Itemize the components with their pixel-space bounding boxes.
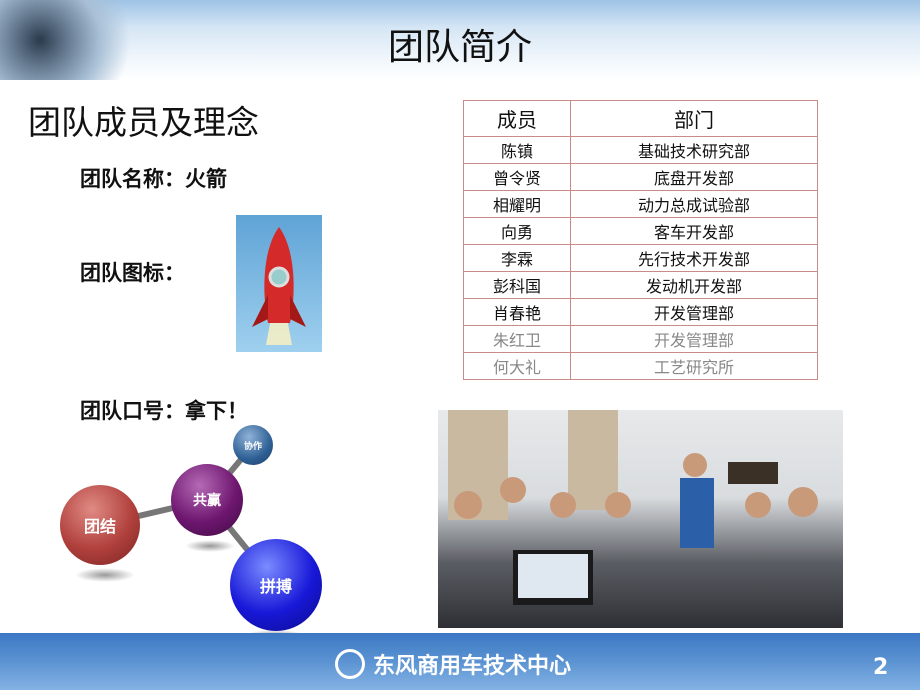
department-cell: 开发管理部	[570, 298, 818, 326]
member-cell: 曾令贤	[462, 163, 572, 191]
table-row: 相耀明 动力总成试验部	[462, 190, 818, 218]
member-cell: 相耀明	[462, 190, 572, 218]
footer-brand: 东风商用车技术中心	[335, 648, 571, 680]
team-photo	[438, 410, 843, 628]
header-department: 部门	[570, 100, 818, 137]
member-cell: 何大礼	[462, 352, 572, 380]
table-row: 肖春艳 开发管理部	[462, 298, 818, 326]
department-cell: 开发管理部	[570, 325, 818, 353]
table-row: 曾令贤 底盘开发部	[462, 163, 818, 191]
table-row: 何大礼 工艺研究所	[462, 352, 818, 380]
table-row: 李霖 先行技术开发部	[462, 244, 818, 272]
member-cell: 朱红卫	[462, 325, 572, 353]
member-cell: 彭科国	[462, 271, 572, 299]
member-cell: 向勇	[462, 217, 572, 245]
value-sphere-cooperate: 协作	[233, 425, 273, 465]
brand-text: 东风商用车技术中心	[373, 654, 572, 679]
table-row: 朱红卫 开发管理部	[462, 325, 818, 353]
page-number: 2	[873, 655, 889, 680]
member-cell: 李霖	[462, 244, 572, 272]
department-cell: 工艺研究所	[570, 352, 818, 380]
value-sphere-unity: 团结	[60, 485, 140, 565]
table-row: 彭科国 发动机开发部	[462, 271, 818, 299]
department-cell: 底盘开发部	[570, 163, 818, 191]
department-cell: 基础技术研究部	[570, 136, 818, 164]
member-cell: 陈镇	[462, 136, 572, 164]
table-row: 陈镇 基础技术研究部	[462, 136, 818, 164]
department-cell: 动力总成试验部	[570, 190, 818, 218]
value-sphere-strive: 拼搏	[230, 539, 322, 631]
department-cell: 发动机开发部	[570, 271, 818, 299]
member-cell: 肖春艳	[462, 298, 572, 326]
header-member: 成员	[462, 100, 572, 137]
department-cell: 先行技术开发部	[570, 244, 818, 272]
members-table: 成员 部门 陈镇 基础技术研究部 曾令贤 底盘开发部 相耀明 动力总成试验部 向勇 客车开发部…	[462, 100, 818, 380]
value-sphere-winwin: 共赢	[171, 464, 243, 536]
table-row: 向勇 客车开发部	[462, 217, 818, 245]
department-cell: 客车开发部	[570, 217, 818, 245]
dongfeng-logo-icon	[335, 649, 365, 679]
